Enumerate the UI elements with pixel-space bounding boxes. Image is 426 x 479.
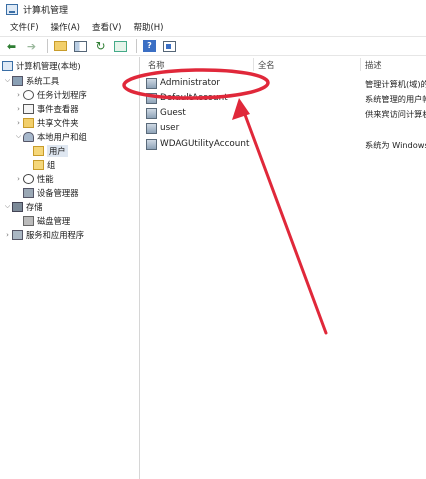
tree-item-system-tools[interactable]: ⌵ 系统工具	[3, 74, 59, 87]
up-folder-icon[interactable]	[52, 38, 69, 54]
user-name: DefaultAccount	[160, 93, 228, 103]
user-icon	[146, 123, 157, 134]
tree-item-label: 事件查看器	[37, 103, 79, 114]
folder-icon	[33, 145, 44, 156]
tree-item-label: 组	[47, 159, 56, 170]
chevron-right-icon[interactable]: ›	[14, 105, 23, 113]
title-bar: 计算机管理	[0, 0, 426, 19]
show-pane-icon[interactable]	[72, 38, 89, 54]
tree-item-label: 用户	[47, 144, 68, 157]
user-description: 系统管理的用户帐	[365, 94, 426, 104]
chevron-down-icon[interactable]: ⌵	[3, 202, 12, 211]
computer-management-icon	[6, 4, 18, 15]
column-header-full-name[interactable]: 全名	[258, 59, 275, 71]
export-list-icon[interactable]	[112, 38, 129, 54]
chevron-right-icon[interactable]: ›	[3, 231, 12, 239]
table-row[interactable]: DefaultAccount 系统管理的用户帐	[141, 91, 426, 106]
event-viewer-icon	[23, 103, 34, 114]
tree-item-disk-management[interactable]: 磁盘管理	[23, 214, 70, 227]
column-header-description[interactable]: 描述	[365, 59, 382, 71]
user-icon	[146, 93, 157, 104]
tree-item-label: 设备管理器	[37, 187, 79, 198]
column-header-name[interactable]: 名称	[148, 59, 165, 71]
table-row[interactable]: WDAGUtilityAccount 系统为 Windows	[141, 137, 426, 152]
tree-item-label: 系统工具	[26, 75, 60, 86]
menu-view[interactable]: 查看(V)	[86, 21, 127, 33]
tree-item-shared-folders[interactable]: › 共享文件夹	[14, 116, 79, 129]
table-row[interactable]: Administrator 管理计算机(域)的	[141, 76, 426, 91]
chevron-right-icon[interactable]: ›	[14, 119, 23, 127]
mmc-console-icon[interactable]	[161, 38, 178, 54]
tree-item-label: 存储	[26, 201, 43, 212]
tree-item-task-scheduler[interactable]: › 任务计划程序	[14, 88, 87, 101]
help-icon[interactable]: ?	[141, 38, 158, 54]
tree-item-groups[interactable]: 组	[33, 158, 55, 171]
toolbar-divider	[47, 39, 48, 53]
tree-item-label: 共享文件夹	[37, 117, 79, 128]
forward-arrow-icon[interactable]: ➔	[23, 38, 40, 54]
chevron-down-icon[interactable]: ⌵	[3, 76, 12, 85]
user-name: Administrator	[160, 78, 220, 88]
users-groups-icon	[23, 131, 34, 142]
tree-item-label: 本地用户和组	[37, 131, 87, 142]
tree-root[interactable]: 计算机管理(本地)	[2, 59, 81, 72]
window-title: 计算机管理	[23, 6, 69, 16]
user-icon	[146, 78, 157, 89]
tree-item-device-manager[interactable]: 设备管理器	[23, 186, 79, 199]
user-icon	[146, 108, 157, 119]
device-manager-icon	[23, 187, 34, 198]
computer-icon	[2, 60, 13, 71]
user-name: WDAGUtilityAccount	[160, 139, 250, 149]
user-description: 管理计算机(域)的	[365, 79, 426, 89]
user-description: 系统为 Windows	[365, 140, 426, 150]
menu-bar: 文件(F) 操作(A) 查看(V) 帮助(H)	[0, 19, 426, 35]
chevron-down-icon[interactable]: ⌵	[14, 132, 23, 141]
services-icon	[12, 229, 23, 240]
shared-folder-icon	[23, 117, 34, 128]
menu-action[interactable]: 操作(A)	[45, 21, 86, 33]
tree-item-label: 性能	[37, 173, 54, 184]
chevron-right-icon[interactable]: ›	[14, 91, 23, 99]
column-divider[interactable]	[253, 58, 254, 71]
table-row[interactable]: Guest 供来宾访问计算机	[141, 106, 426, 121]
menu-file[interactable]: 文件(F)	[4, 21, 45, 33]
tree-item-storage[interactable]: ⌵ 存储	[3, 200, 43, 213]
toolbar-divider	[136, 39, 137, 53]
tree-item-label: 服务和应用程序	[26, 229, 85, 240]
tree-item-local-users-groups[interactable]: ⌵ 本地用户和组	[14, 130, 87, 143]
tools-icon	[12, 75, 23, 86]
tree-item-event-viewer[interactable]: › 事件查看器	[14, 102, 79, 115]
tree-item-label: 任务计划程序	[37, 89, 87, 100]
clock-icon	[23, 89, 34, 100]
table-row[interactable]: user	[141, 121, 426, 136]
chevron-right-icon[interactable]: ›	[14, 175, 23, 183]
menu-help[interactable]: 帮助(H)	[127, 21, 169, 33]
user-name: user	[160, 123, 180, 133]
user-icon	[146, 139, 157, 150]
tree-item-performance[interactable]: › 性能	[14, 172, 54, 185]
toolbar: ⬅ ➔ ↻ ?	[0, 36, 426, 56]
refresh-icon[interactable]: ↻	[92, 38, 109, 54]
tree-root-label: 计算机管理(本地)	[16, 60, 81, 71]
performance-icon	[23, 173, 34, 184]
user-description: 供来宾访问计算机	[365, 109, 426, 119]
storage-icon	[12, 201, 23, 212]
column-divider[interactable]	[360, 58, 361, 71]
user-name: Guest	[160, 108, 186, 118]
back-arrow-icon[interactable]: ⬅	[3, 38, 20, 54]
folder-icon	[33, 159, 44, 170]
navigation-tree: 计算机管理(本地) ⌵ 系统工具 › 任务计划程序 › 事件查看器 › 共享文件…	[0, 57, 140, 479]
disk-management-icon	[23, 215, 34, 226]
tree-item-label: 磁盘管理	[37, 215, 71, 226]
tree-item-users[interactable]: 用户	[33, 144, 68, 157]
list-header: 名称 全名 描述	[141, 57, 426, 72]
tree-item-services-apps[interactable]: › 服务和应用程序	[3, 228, 84, 241]
users-list-view: 名称 全名 描述 Administrator 管理计算机(域)的 Default…	[141, 57, 426, 479]
